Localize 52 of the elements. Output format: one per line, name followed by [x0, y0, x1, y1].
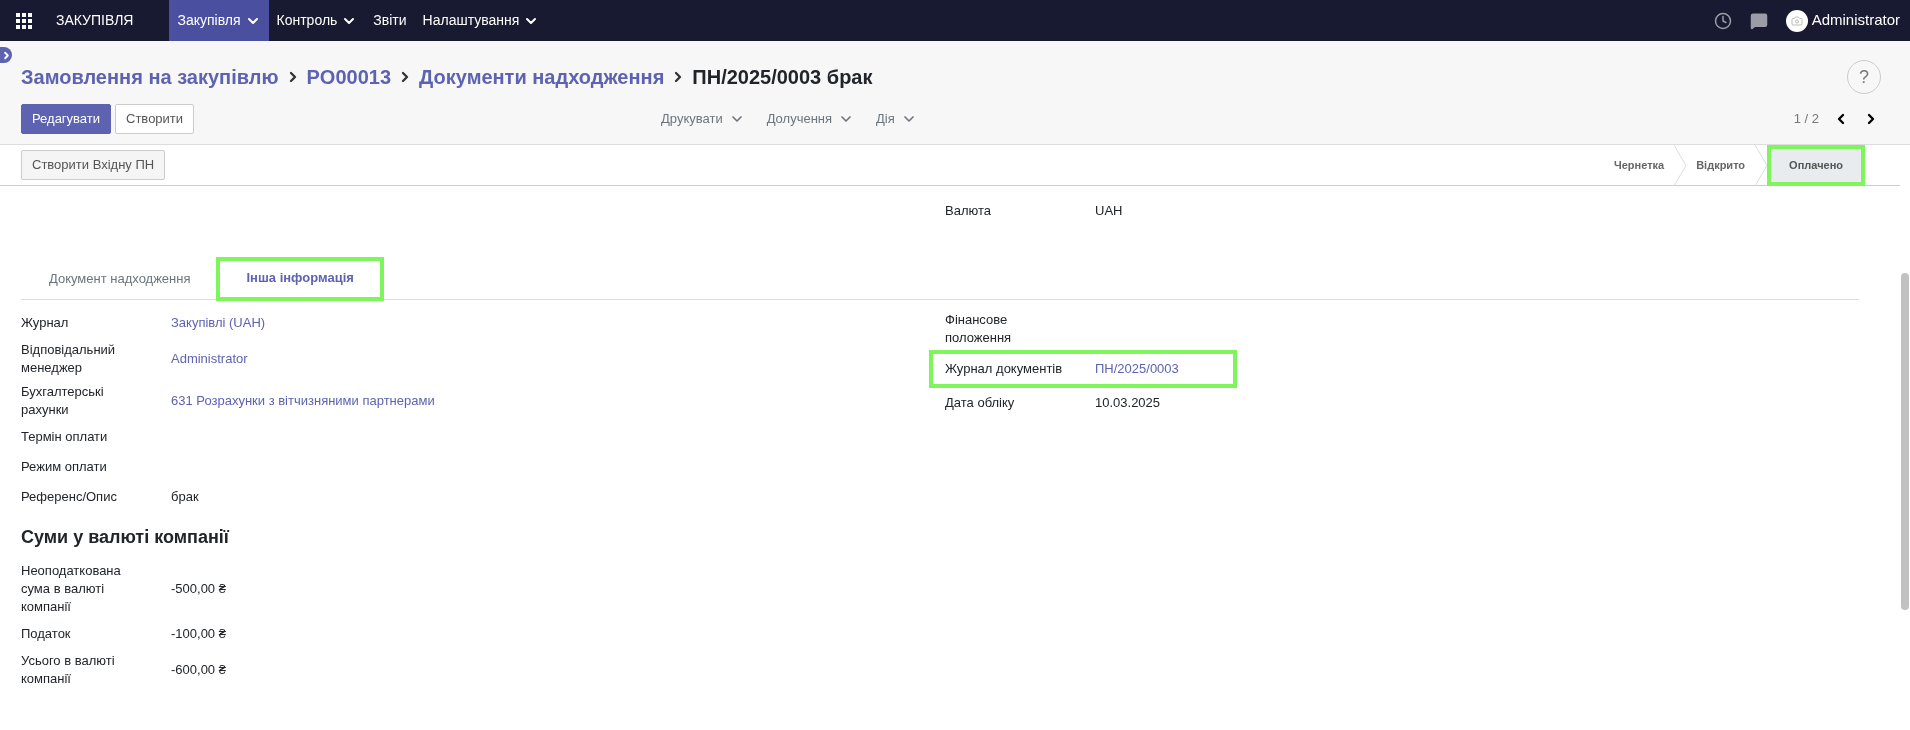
- field-label: Валюта: [945, 202, 992, 220]
- pager-value: 1 / 2: [1793, 110, 1819, 129]
- field-label: Режим оплати: [21, 458, 108, 476]
- menu-item[interactable]: Звіти: [365, 0, 415, 41]
- tab[interactable]: Документ надходження: [21, 259, 219, 299]
- field-label: Журнал документів: [945, 360, 1064, 378]
- app-name: ЗАКУПІВЛЯ: [56, 11, 134, 30]
- chat-icon[interactable]: [1749, 11, 1768, 30]
- breadcrumb-link[interactable]: Документи надходження: [419, 62, 665, 92]
- menu-item[interactable]: Налаштування: [414, 0, 548, 41]
- scrollbar[interactable]: [1901, 273, 1909, 610]
- field-value: -100,00 ₴: [171, 625, 226, 644]
- field-label: Дата обліку: [945, 394, 1016, 412]
- section-title: Суми у валюті компанії: [21, 526, 230, 549]
- action-dropdown[interactable]: Дія: [876, 109, 917, 129]
- avatar-icon[interactable]: [1785, 9, 1808, 32]
- create-invoice-button[interactable]: Створити Вхідну ПН: [21, 150, 166, 180]
- field-value: -600,00 ₴: [171, 661, 226, 680]
- field-value: 10.03.2025: [1095, 394, 1161, 413]
- user-name[interactable]: Administrator: [1811, 9, 1900, 32]
- clock-icon[interactable]: [1713, 11, 1732, 30]
- status-stage[interactable]: Чернетка: [1603, 144, 1675, 186]
- action-dropdown[interactable]: Долучення: [766, 109, 855, 129]
- toolbar-button[interactable]: Створити: [115, 104, 195, 134]
- field-label: Бухгалтерські рахунки: [21, 383, 105, 419]
- field-label: Відповідальний менеджер: [21, 341, 117, 377]
- tab[interactable]: Інша інформація: [218, 259, 382, 299]
- menu-item[interactable]: Закупівля: [169, 0, 269, 41]
- field-value[interactable]: 631 Розрахунки з вітчизняними партнерами: [171, 391, 435, 411]
- field-value: брак: [171, 488, 199, 507]
- field-value[interactable]: Administrator: [171, 349, 248, 369]
- field-value: -500,00 ₴: [171, 580, 226, 599]
- field-label: Усього в валюті компанії: [21, 652, 116, 688]
- apps-grid-icon[interactable]: [16, 12, 32, 29]
- field-label: Термін оплати: [21, 428, 109, 446]
- field-label: Журнал: [21, 314, 70, 332]
- field-value[interactable]: Закупівлі (UAH): [171, 313, 266, 333]
- toolbar-button[interactable]: Редагувати: [21, 104, 112, 134]
- menu-item[interactable]: Контроль: [268, 0, 366, 41]
- sidebar-toggle-icon[interactable]: [0, 47, 12, 63]
- field-value: UAH: [1095, 202, 1123, 221]
- action-dropdown[interactable]: Друкувати: [661, 109, 745, 129]
- status-stage[interactable]: Оплачено: [1767, 144, 1865, 186]
- field-label: Податок: [21, 625, 72, 643]
- field-label: Неоподаткована сума в валюті компанії: [21, 562, 122, 616]
- breadcrumb-link[interactable]: Замовлення на закупівлю: [21, 62, 279, 92]
- field-label: Референс/Опис: [21, 488, 118, 506]
- page-title: ПН/2025/0003 брак: [692, 65, 873, 90]
- status-stage[interactable]: Відкрито: [1686, 144, 1756, 186]
- breadcrumb-link[interactable]: PO00013: [306, 62, 392, 92]
- field-value[interactable]: ПН/2025/0003: [1095, 359, 1179, 379]
- field-label: Фінансове положення: [945, 311, 1013, 347]
